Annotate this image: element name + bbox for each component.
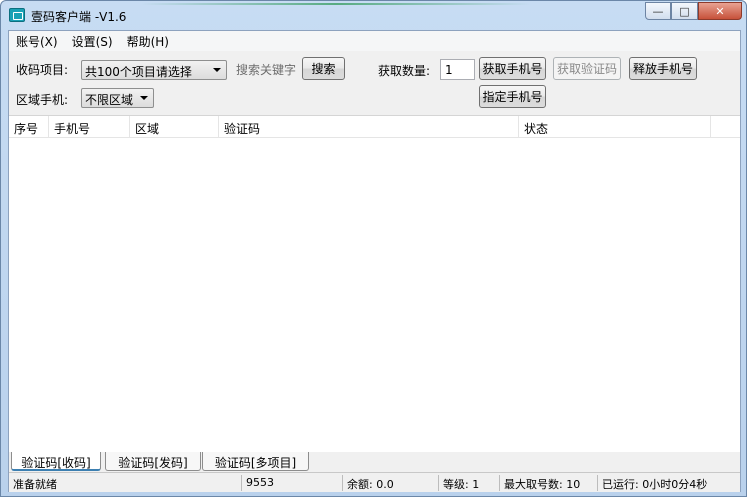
column-header-filler	[711, 116, 740, 138]
title-bar-glow	[141, 3, 531, 5]
column-header-phone[interactable]: 手机号	[49, 116, 130, 138]
client-area: 账号(X) 设置(S) 帮助(H) 收码项目: 共100个项目请选择 搜索关键字…	[8, 30, 741, 492]
menu-bar: 账号(X) 设置(S) 帮助(H)	[9, 31, 740, 51]
search-input[interactable]: 搜索关键字	[236, 61, 296, 78]
tab-multi-project[interactable]: 验证码[多项目]	[202, 452, 309, 471]
quantity-label: 获取数量:	[378, 64, 431, 78]
app-window: 壹码客户端 -V1.6 — □ ✕ 账号(X) 设置(S) 帮助(H) 收码项目…	[0, 0, 747, 497]
assign-phone-button[interactable]: 指定手机号	[479, 85, 546, 108]
search-button[interactable]: 搜索	[302, 57, 345, 80]
maximize-button[interactable]: □	[671, 2, 698, 20]
window-title: 壹码客户端 -V1.6	[31, 10, 127, 24]
close-button[interactable]: ✕	[698, 2, 742, 20]
project-label: 收码项目:	[16, 63, 69, 77]
table-header: 序号 手机号 区域 验证码 状态	[9, 116, 740, 138]
region-label: 区域手机:	[16, 93, 69, 107]
status-runtime: 已运行: 0小时0分4秒	[597, 475, 740, 491]
tab-receive-code[interactable]: 验证码[收码]	[11, 452, 101, 471]
menu-help[interactable]: 帮助(H)	[120, 31, 176, 51]
minimize-button[interactable]: —	[645, 2, 671, 20]
column-header-status[interactable]: 状态	[519, 116, 711, 138]
region-select-value: 不限区域	[85, 93, 134, 107]
results-table[interactable]: 序号 手机号 区域 验证码 状态	[9, 115, 740, 452]
status-balance: 余额: 0.0	[342, 475, 438, 491]
column-header-index[interactable]: 序号	[9, 116, 49, 138]
title-bar[interactable]: 壹码客户端 -V1.6 — □ ✕	[1, 1, 746, 29]
column-header-region[interactable]: 区域	[130, 116, 219, 138]
control-panel: 收码项目: 共100个项目请选择 搜索关键字 搜索 获取数量: 1 获取手机号 …	[9, 51, 740, 114]
status-message: 准备就绪	[13, 478, 57, 491]
status-level: 等级: 1	[438, 475, 499, 491]
project-select[interactable]: 共100个项目请选择	[81, 60, 227, 80]
chevron-down-icon	[140, 96, 148, 100]
region-select[interactable]: 不限区域	[81, 88, 154, 108]
window-controls: — □ ✕	[645, 2, 742, 21]
get-phone-button[interactable]: 获取手机号	[479, 57, 546, 80]
menu-account[interactable]: 账号(X)	[9, 31, 65, 51]
menu-settings[interactable]: 设置(S)	[65, 31, 120, 51]
quantity-input[interactable]: 1	[440, 59, 475, 80]
status-id: 9553	[241, 475, 342, 491]
status-bar: 准备就绪 9553 余额: 0.0 等级: 1 最大取号数: 10 已运行: 0…	[9, 472, 740, 492]
release-phone-button[interactable]: 释放手机号	[629, 57, 697, 80]
tab-strip: 验证码[收码] 验证码[发码] 验证码[多项目]	[9, 452, 740, 472]
column-header-code[interactable]: 验证码	[219, 116, 519, 138]
status-max-numbers: 最大取号数: 10	[499, 475, 597, 491]
tab-send-code[interactable]: 验证码[发码]	[105, 452, 201, 471]
app-logo-icon	[9, 8, 25, 22]
get-code-button[interactable]: 获取验证码	[553, 57, 621, 80]
chevron-down-icon	[213, 68, 221, 72]
project-select-value: 共100个项目请选择	[85, 65, 192, 79]
